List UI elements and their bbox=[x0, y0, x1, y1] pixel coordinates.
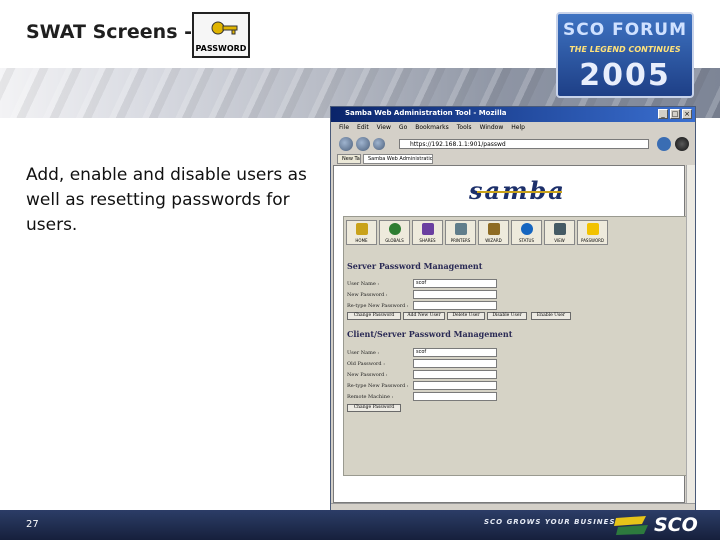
shares-icon bbox=[422, 223, 434, 235]
menu-view[interactable]: View bbox=[377, 122, 391, 134]
browser-tab-bar: New Tab Samba Web Administration Tool bbox=[331, 154, 695, 164]
nav-home[interactable]: HOME bbox=[346, 220, 377, 245]
minimize-icon[interactable]: _ bbox=[658, 109, 668, 119]
wizard-icon bbox=[488, 223, 500, 235]
sco-logo-mark bbox=[614, 516, 648, 535]
client-retype-label: Re-type New Password : bbox=[347, 383, 409, 389]
browser-nav-toolbar: https://192.168.1.1:901/passwd bbox=[331, 134, 695, 154]
browser-menu-bar: File Edit View Go Bookmarks Tools Window… bbox=[331, 122, 695, 134]
client-newpass-label: New Password : bbox=[347, 372, 388, 378]
home-icon bbox=[356, 223, 368, 235]
client-oldpass-label: Old Password : bbox=[347, 361, 385, 367]
menu-window[interactable]: Window bbox=[480, 122, 504, 134]
password-icon: PASSWORD bbox=[192, 12, 250, 58]
client-change-password-button[interactable]: Change Password bbox=[347, 404, 401, 412]
server-username-label: User Name : bbox=[347, 281, 380, 287]
forward-icon[interactable] bbox=[356, 137, 370, 151]
nav-wizard[interactable]: WIZARD bbox=[478, 220, 509, 245]
server-password-title: Server Password Management bbox=[347, 261, 483, 271]
menu-help[interactable]: Help bbox=[511, 122, 525, 134]
nav-printers[interactable]: PRINTERS bbox=[445, 220, 476, 245]
swat-page: samba HOME GLOBALS SHARES PRINTERS WIZAR… bbox=[333, 165, 692, 503]
forum-logo-year: 2005 bbox=[579, 58, 671, 93]
client-remote-label: Remote Machine : bbox=[347, 394, 394, 400]
reload-icon[interactable] bbox=[373, 138, 385, 150]
client-oldpass-input[interactable] bbox=[413, 359, 497, 368]
client-username-label: User Name : bbox=[347, 350, 380, 356]
maximize-icon[interactable]: □ bbox=[670, 109, 680, 119]
samba-logo: samba bbox=[469, 176, 566, 205]
nav-view[interactable]: VIEW bbox=[544, 220, 575, 245]
client-password-title: Client/Server Password Management bbox=[347, 329, 513, 339]
change-password-button[interactable]: Change Password bbox=[347, 312, 401, 320]
sco-logo-text: SCO bbox=[654, 514, 698, 536]
slide-description: Add, enable and disable users as well as… bbox=[26, 165, 307, 235]
server-retype-input[interactable] bbox=[413, 301, 497, 310]
menu-edit[interactable]: Edit bbox=[357, 122, 369, 134]
nav-status[interactable]: STATUS bbox=[511, 220, 542, 245]
client-retype-input[interactable] bbox=[413, 381, 497, 390]
sco-forum-logo: SCO FORUM THE LEGEND CONTINUES 2005 bbox=[556, 12, 694, 98]
disable-user-button[interactable]: Disable User bbox=[487, 312, 527, 320]
menu-go[interactable]: Go bbox=[399, 122, 407, 134]
forum-logo-line2: THE LEGEND CONTINUES bbox=[569, 45, 681, 54]
forum-logo-line1: SCO FORUM bbox=[563, 20, 687, 40]
delete-user-button[interactable]: Delete User bbox=[447, 312, 485, 320]
throbber-icon bbox=[675, 137, 689, 151]
tab-new-tab[interactable]: New Tab bbox=[337, 154, 361, 164]
page-scrollbar[interactable] bbox=[686, 165, 695, 503]
globe-icon bbox=[389, 223, 401, 235]
page-number: 27 bbox=[26, 519, 39, 530]
client-username-input[interactable]: scof bbox=[413, 348, 497, 357]
nav-globals[interactable]: GLOBALS bbox=[379, 220, 410, 245]
printer-icon bbox=[455, 223, 467, 235]
key-icon bbox=[587, 223, 599, 235]
back-icon[interactable] bbox=[339, 137, 353, 151]
slide-title: SWAT Screens - bbox=[26, 21, 193, 43]
server-newpass-label: New Password : bbox=[347, 292, 388, 298]
footer-tagline: SCO GROWS YOUR BUSINESS bbox=[484, 518, 622, 526]
status-icon bbox=[521, 223, 533, 235]
client-remote-input[interactable] bbox=[413, 392, 497, 401]
nav-shares[interactable]: SHARES bbox=[412, 220, 443, 245]
browser-window-title: Samba Web Administration Tool - Mozilla bbox=[345, 109, 507, 117]
menu-file[interactable]: File bbox=[339, 122, 349, 134]
client-newpass-input[interactable] bbox=[413, 370, 497, 379]
browser-window: Samba Web Administration Tool - Mozilla … bbox=[330, 106, 696, 516]
go-icon[interactable] bbox=[657, 137, 671, 151]
nav-password[interactable]: PASSWORD bbox=[577, 220, 608, 245]
key-icon bbox=[211, 21, 238, 35]
swat-panel: HOME GLOBALS SHARES PRINTERS WIZARD STAT… bbox=[343, 216, 692, 476]
close-icon[interactable]: × bbox=[682, 109, 692, 119]
enable-user-button[interactable]: Enable User bbox=[531, 312, 571, 320]
view-icon bbox=[554, 223, 566, 235]
server-username-input[interactable]: scof bbox=[413, 279, 497, 288]
menu-bookmarks[interactable]: Bookmarks bbox=[415, 122, 449, 134]
add-new-user-button[interactable]: Add New User bbox=[403, 312, 445, 320]
password-icon-label: PASSWORD bbox=[195, 44, 247, 53]
server-newpass-input[interactable] bbox=[413, 290, 497, 299]
address-bar[interactable]: https://192.168.1.1:901/passwd bbox=[399, 139, 649, 149]
sco-logo: SCO bbox=[612, 513, 712, 537]
swat-nav-bar: HOME GLOBALS SHARES PRINTERS WIZARD STAT… bbox=[346, 220, 608, 245]
menu-tools[interactable]: Tools bbox=[457, 122, 472, 134]
browser-title-bar: Samba Web Administration Tool - Mozilla … bbox=[331, 107, 695, 122]
tab-swat[interactable]: Samba Web Administration Tool bbox=[363, 154, 433, 164]
server-retype-label: Re-type New Password : bbox=[347, 303, 409, 309]
